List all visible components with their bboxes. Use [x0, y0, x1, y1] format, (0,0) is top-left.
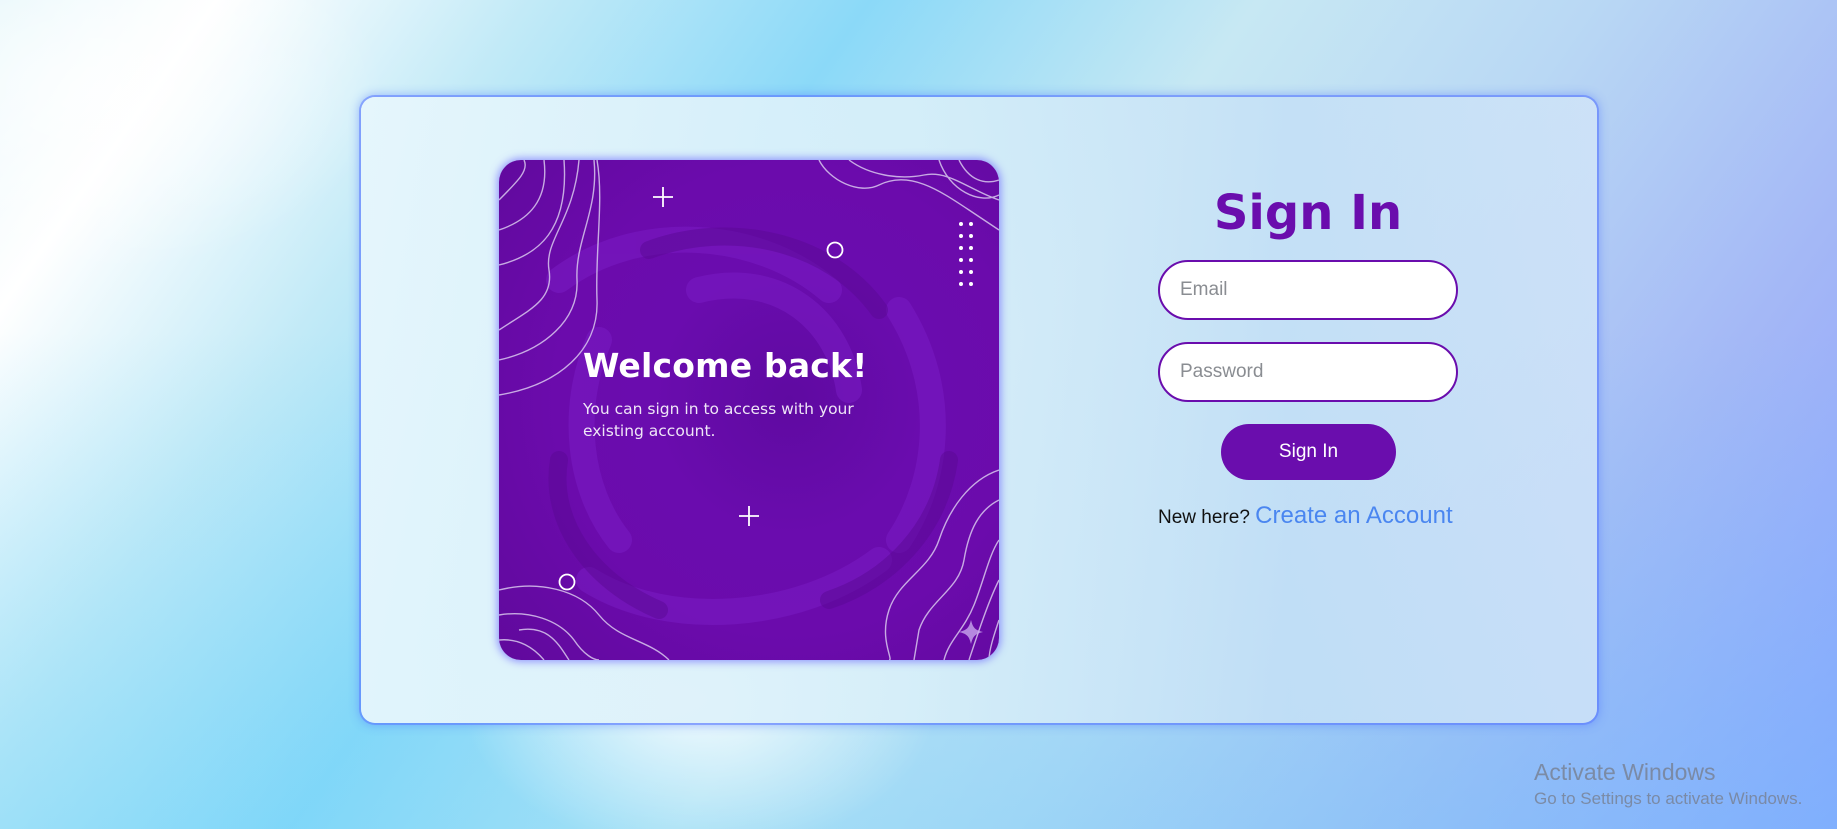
- welcome-illustration: Welcome back! You can sign in to access …: [499, 160, 999, 660]
- signin-heading: Sign In: [1213, 185, 1403, 241]
- password-field[interactable]: [1158, 342, 1458, 402]
- email-field[interactable]: [1158, 260, 1458, 320]
- dot-grid-decoration: [959, 222, 973, 286]
- login-card: Welcome back! You can sign in to access …: [361, 97, 1597, 723]
- signin-button[interactable]: Sign In: [1221, 424, 1396, 480]
- welcome-heading: Welcome back!: [583, 346, 868, 385]
- register-prompt: New here?: [1158, 507, 1256, 528]
- register-row: New here? Create an Account: [1158, 502, 1468, 530]
- star-decoration: [959, 620, 983, 644]
- watermark-title: Activate Windows: [1534, 759, 1716, 785]
- create-account-link[interactable]: Create an Account: [1255, 502, 1452, 529]
- activate-windows-watermark: Activate Windows Go to Settings to activ…: [1534, 757, 1802, 811]
- watermark-subtitle: Go to Settings to activate Windows.: [1534, 789, 1803, 808]
- welcome-subtitle: You can sign in to access with your exis…: [583, 400, 854, 440]
